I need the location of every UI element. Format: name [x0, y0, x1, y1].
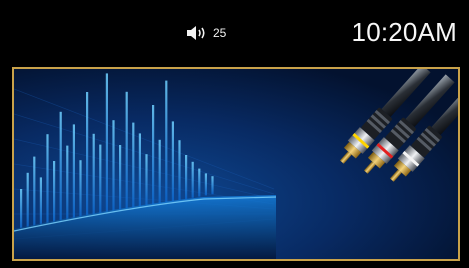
equalizer-bar [33, 156, 36, 227]
volume-level: 25 [213, 26, 227, 40]
media-art-panel[interactable] [12, 67, 460, 261]
equalizer-bar [138, 133, 141, 208]
equalizer-bar [145, 154, 148, 207]
equalizer-bar [125, 91, 128, 210]
equalizer-bar [191, 161, 194, 198]
equalizer-bar [20, 189, 23, 229]
equalizer-bar [39, 177, 42, 226]
equalizer-bar [204, 173, 207, 196]
equalizer-bar [152, 105, 155, 205]
equalizer-bar [59, 111, 62, 222]
equalizer-bar [26, 172, 29, 228]
equalizer-bar [198, 168, 201, 197]
equalizer-bar [112, 120, 115, 213]
equalizer-bar [86, 92, 89, 217]
speaker-volume-icon [186, 25, 208, 41]
equalizer-bar [119, 145, 122, 211]
equalizer-bar [211, 176, 214, 195]
equalizer-bar [46, 134, 49, 225]
equalizer-bar [105, 73, 108, 214]
status-bar: 25 10:20AM [0, 0, 469, 64]
equalizer-bar [132, 122, 135, 209]
head-unit-screen: 25 10:20AM [0, 0, 469, 268]
equalizer-bar [171, 121, 174, 202]
equalizer-bar [92, 133, 95, 216]
equalizer-bar [53, 161, 56, 223]
media-artwork [14, 69, 458, 259]
equalizer-bar [178, 140, 181, 201]
equalizer-bar [99, 144, 102, 215]
clock: 10:20AM [351, 17, 457, 47]
equalizer-bar [165, 80, 168, 203]
equalizer-bar [185, 155, 188, 199]
equalizer-bar [158, 139, 161, 204]
equalizer-bar [72, 124, 75, 220]
equalizer-bar [79, 160, 82, 219]
volume-indicator[interactable]: 25 [186, 23, 226, 43]
equalizer-bar [66, 145, 69, 221]
